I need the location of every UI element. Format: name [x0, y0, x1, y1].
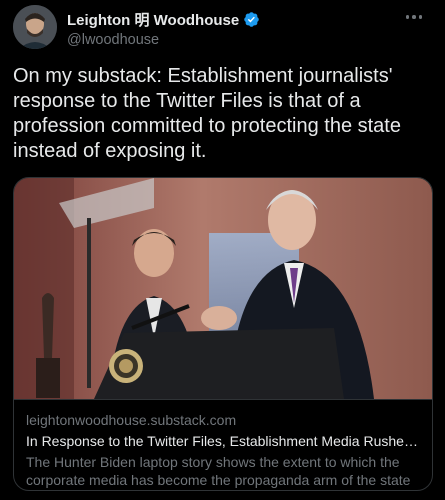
handle[interactable]: @lwoodhouse — [67, 32, 260, 48]
tweet-header: Leighton 明 Woodhouse @lwoodhouse — [13, 5, 433, 51]
card-domain: leightonwoodhouse.substack.com — [26, 412, 237, 428]
avatar[interactable] — [13, 5, 57, 49]
card-description: The Hunter Biden laptop story shows the … — [26, 454, 411, 488]
card-title[interactable]: In Response to the Twitter Files, Establ… — [26, 432, 420, 450]
display-name[interactable]: Leighton 明 Woodhouse — [67, 9, 239, 30]
author-block: Leighton 明 Woodhouse @lwoodhouse — [67, 10, 260, 48]
card-meta: leightonwoodhouse.substack.com In Respon… — [14, 399, 432, 490]
tweet-text: On my substack: Establishment journalist… — [13, 65, 401, 162]
verified-badge-icon — [244, 11, 259, 27]
link-card[interactable]: leightonwoodhouse.substack.com In Respon… — [13, 177, 433, 491]
card-image — [14, 178, 432, 399]
name-row: Leighton 明 Woodhouse — [67, 9, 260, 30]
more-options-icon[interactable] — [401, 7, 427, 27]
